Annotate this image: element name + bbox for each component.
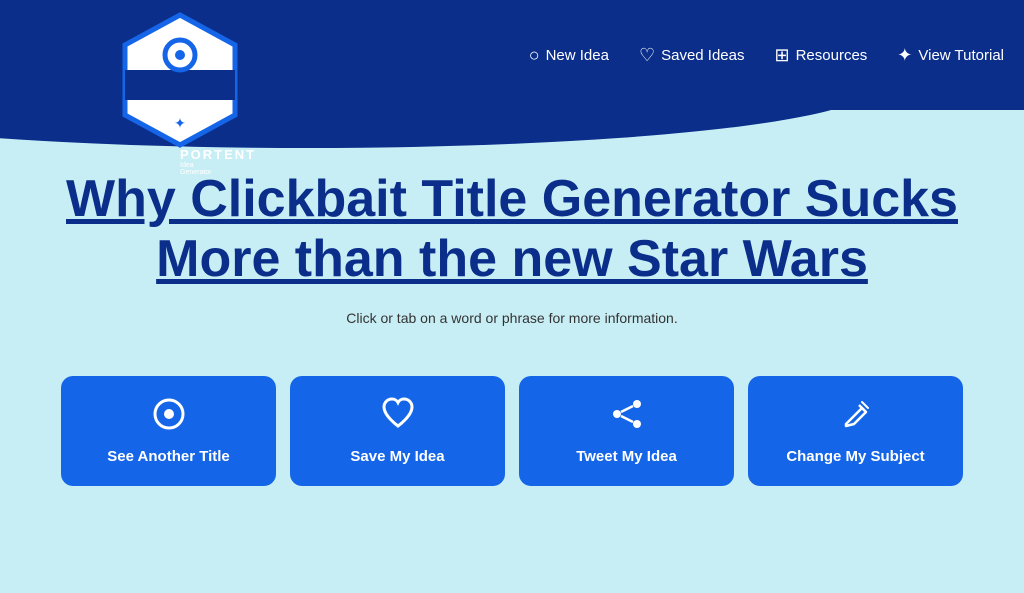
nav-resources-label: Resources (796, 47, 868, 64)
logo: ✦ PORTENT Idea Generator (120, 10, 240, 150)
view-tutorial-icon: ✦ (897, 46, 912, 64)
change-subject-label: Change My Subject (786, 448, 924, 465)
svg-text:✦: ✦ (174, 115, 186, 131)
header: ✦ PORTENT Idea Generator ○ New Idea ♡ Sa… (0, 0, 1024, 110)
save-idea-button[interactable]: Save My Idea (290, 376, 505, 486)
nav-view-tutorial-label: View Tutorial (918, 47, 1004, 64)
nav-saved-ideas[interactable]: ♡ Saved Ideas (639, 46, 745, 64)
save-idea-label: Save My Idea (350, 448, 444, 465)
save-idea-icon (380, 396, 416, 438)
main-content: Why Clickbait Title Generator Sucks More… (0, 110, 1024, 486)
tweet-idea-label: Tweet My Idea (576, 448, 677, 465)
tweet-idea-icon (609, 396, 645, 438)
resources-icon: ⊞ (775, 46, 790, 64)
generated-title: Why Clickbait Title Generator Sucks More… (0, 170, 1024, 290)
change-subject-icon (838, 396, 874, 438)
hint-text: Click or tab on a word or phrase for mor… (0, 310, 1024, 326)
see-another-icon (151, 396, 187, 438)
nav-new-idea-label: New Idea (546, 47, 609, 64)
nav: ○ New Idea ♡ Saved Ideas ⊞ Resources ✦ V… (529, 46, 1004, 64)
see-another-button[interactable]: See Another Title (61, 376, 276, 486)
see-another-label: See Another Title (107, 448, 230, 465)
nav-saved-ideas-label: Saved Ideas (661, 47, 744, 64)
buttons-row: See Another Title Save My Idea Tweet (0, 376, 1024, 486)
tweet-idea-button[interactable]: Tweet My Idea (519, 376, 734, 486)
nav-view-tutorial[interactable]: ✦ View Tutorial (897, 46, 1004, 64)
logo-hexagon: ✦ PORTENT Idea Generator (120, 10, 240, 150)
saved-ideas-icon: ♡ (639, 46, 655, 64)
nav-resources[interactable]: ⊞ Resources (775, 46, 868, 64)
nav-new-idea[interactable]: ○ New Idea (529, 46, 609, 64)
new-idea-icon: ○ (529, 46, 540, 64)
change-subject-button[interactable]: Change My Subject (748, 376, 963, 486)
